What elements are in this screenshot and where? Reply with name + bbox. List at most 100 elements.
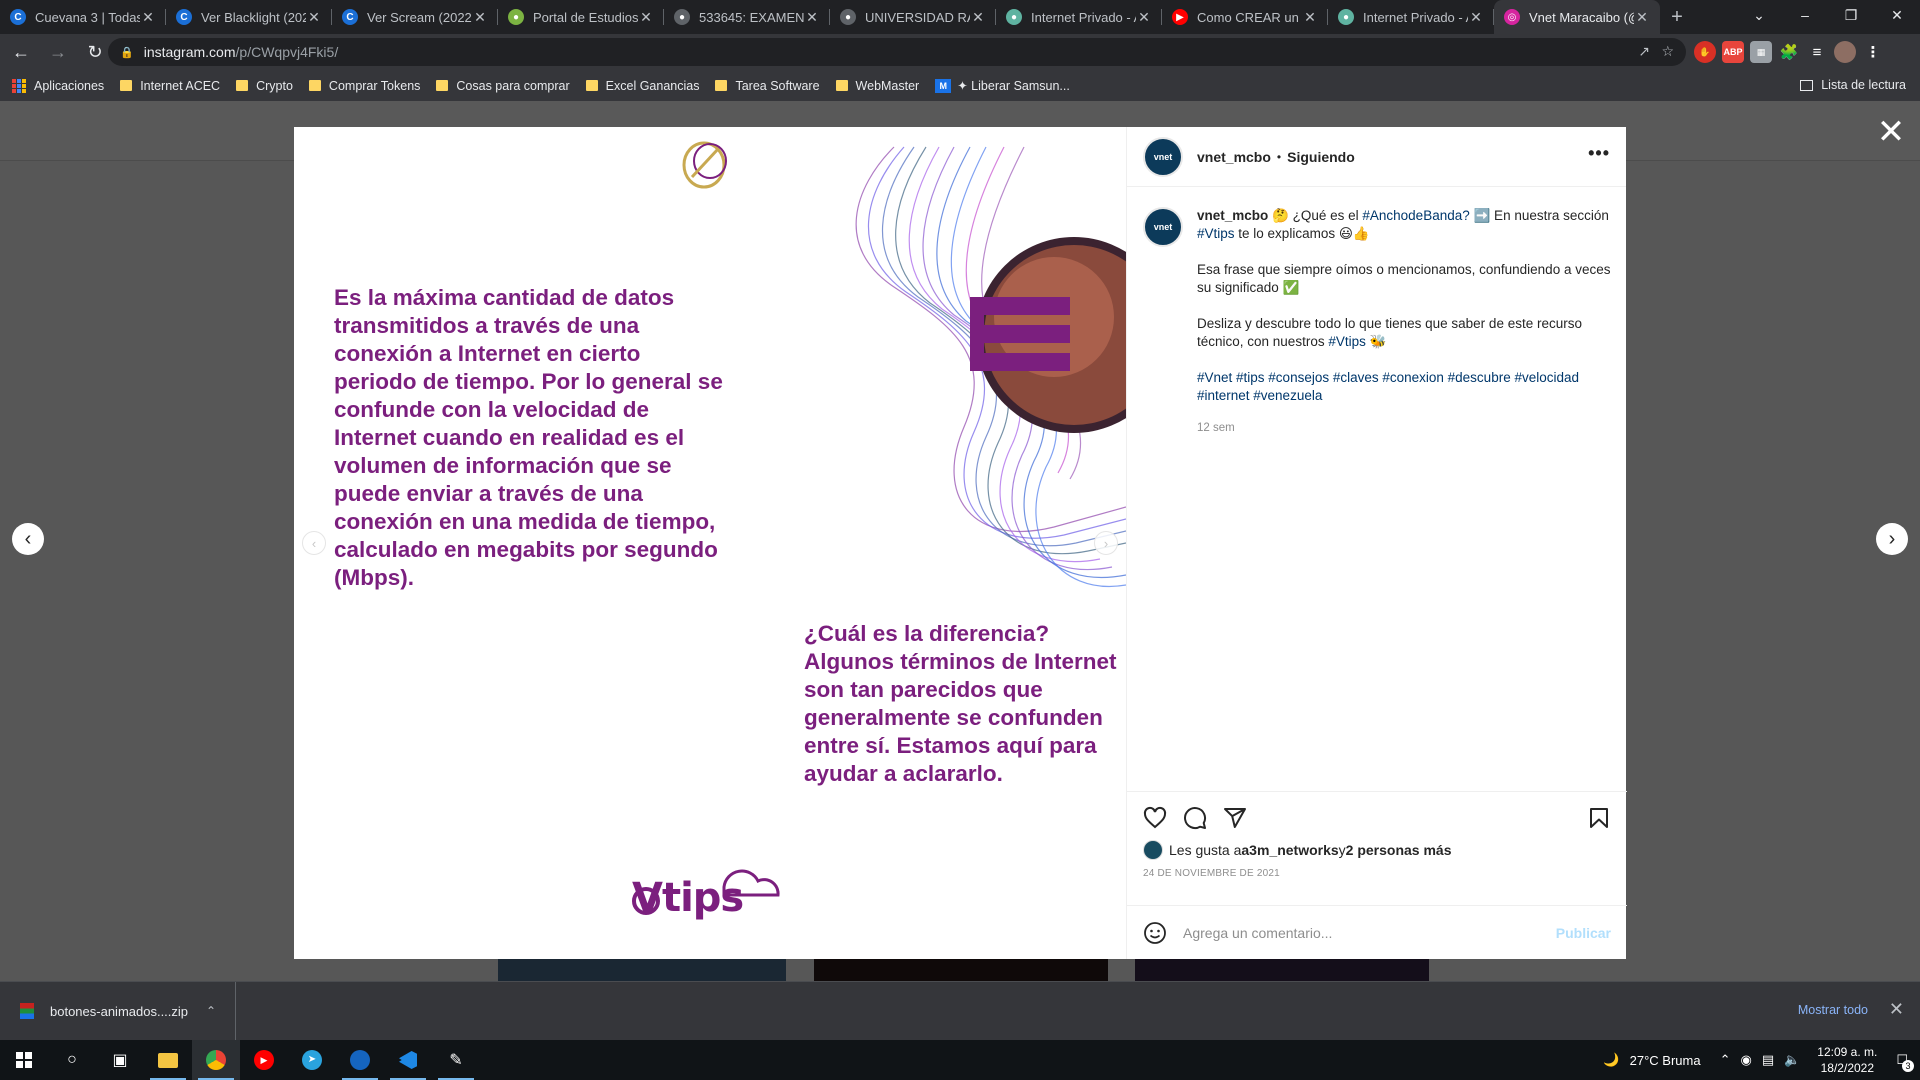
close-download-bar-icon[interactable]: ✕: [1889, 999, 1904, 1020]
following-button[interactable]: Siguiendo: [1287, 149, 1355, 165]
meet-now-icon[interactable]: ◉: [1740, 1052, 1751, 1068]
browser-tab[interactable]: ● Portal de Estudios ✕: [498, 0, 664, 34]
tab-close-icon[interactable]: ✕: [140, 9, 156, 26]
hashtag-link[interactable]: #Vtips: [1328, 334, 1366, 349]
browser-tab[interactable]: ● Internet Privado - Ar ✕: [996, 0, 1162, 34]
windows-start-icon[interactable]: [0, 1040, 48, 1080]
close-window-button[interactable]: ✕: [1874, 0, 1920, 30]
weather-text[interactable]: 27°C Bruma: [1630, 1053, 1701, 1068]
author-avatar[interactable]: vnet: [1143, 136, 1183, 177]
chrome-menu-icon[interactable]: ⋮: [1862, 41, 1884, 63]
previous-post-button[interactable]: ‹: [12, 523, 44, 555]
reload-button[interactable]: ↻: [79, 36, 111, 68]
bookmark-item[interactable]: Tarea Software: [715, 79, 820, 93]
tab-search-button[interactable]: ⌄: [1736, 0, 1782, 30]
new-tab-button[interactable]: +: [1660, 0, 1694, 34]
caption-username[interactable]: vnet_mcbo: [1197, 208, 1268, 223]
bookmark-item[interactable]: Excel Ganancias: [585, 79, 699, 93]
adblock-icon[interactable]: ABP: [1722, 41, 1744, 63]
caption-time[interactable]: 12 sem: [1197, 419, 1613, 437]
tab-close-icon[interactable]: ✕: [804, 9, 820, 26]
browser-tab[interactable]: C Ver Scream (2022) Onl✕: [332, 0, 498, 34]
tab-close-icon[interactable]: ✕: [306, 9, 322, 26]
liker-avatar[interactable]: [1143, 840, 1163, 860]
telegram-taskbar-icon[interactable]: ➤: [288, 1040, 336, 1080]
forward-button[interactable]: →: [42, 36, 74, 68]
bookmark-star-icon[interactable]: ☆: [1661, 43, 1674, 60]
liker-username[interactable]: a3m_networks: [1241, 842, 1338, 858]
browser-tab[interactable]: ◎ Vnet Maracaibo (@vn✕: [1494, 0, 1660, 34]
bookmark-item[interactable]: WebMaster: [835, 79, 919, 93]
tray-chevron-up-icon[interactable]: ⌃: [1720, 1052, 1731, 1068]
close-modal-button[interactable]: ✕: [1876, 115, 1906, 149]
post-date[interactable]: 24 DE NOVIEMBRE DE 2021: [1143, 868, 1611, 879]
system-clock[interactable]: 12:09 a. m. 18/2/2022: [1817, 1044, 1877, 1076]
vscode-taskbar-icon[interactable]: [384, 1040, 432, 1080]
browser-tab[interactable]: ▶ Como CREAR un FO✕: [1162, 0, 1328, 34]
tab-close-icon[interactable]: ✕: [638, 9, 654, 26]
browser-tab[interactable]: C Cuevana 3 | Todas las✕: [0, 0, 166, 34]
media-controls-icon[interactable]: ≡: [1806, 41, 1828, 63]
bookmark-item[interactable]: Aplicaciones: [12, 78, 104, 93]
tab-close-icon[interactable]: ✕: [970, 9, 986, 26]
media-next-button[interactable]: ›: [1094, 531, 1118, 555]
back-button[interactable]: ←: [5, 36, 37, 68]
reading-list-button[interactable]: Lista de lectura: [1800, 78, 1906, 92]
more-options-icon[interactable]: •••: [1588, 143, 1610, 164]
network-icon[interactable]: ▤: [1762, 1052, 1774, 1068]
minimize-button[interactable]: –: [1782, 0, 1828, 30]
browser-tab[interactable]: ● 533645: EXAMEN FIN✕: [664, 0, 830, 34]
tab-close-icon[interactable]: ✕: [472, 9, 488, 26]
share-icon[interactable]: ↗: [1638, 43, 1650, 60]
profile-avatar[interactable]: [1834, 41, 1856, 63]
bookmark-item[interactable]: Crypto: [236, 79, 293, 93]
hashtags[interactable]: #Vnet #tips #consejos #claves #conexion …: [1197, 369, 1613, 405]
bookmark-item[interactable]: Comprar Tokens: [308, 79, 420, 93]
tab-close-icon[interactable]: ✕: [1136, 9, 1152, 26]
next-post-button[interactable]: ›: [1876, 523, 1908, 555]
youtube-taskbar-icon[interactable]: ▶: [240, 1040, 288, 1080]
bookmark-item[interactable]: M ✦ Liberar Samsun...: [935, 78, 1070, 93]
author-username[interactable]: vnet_mcbo: [1197, 149, 1271, 165]
address-bar[interactable]: 🔒 instagram.com/p/CWqpvj4Fki5/ ↗ ☆: [108, 38, 1686, 66]
browser-tab[interactable]: ● UNIVERSIDAD RAFAEL✕: [830, 0, 996, 34]
hashtag-link[interactable]: #AnchodeBanda?: [1362, 208, 1469, 223]
share-send-icon[interactable]: [1223, 798, 1263, 838]
save-bookmark-icon[interactable]: [1571, 798, 1611, 838]
task-view-icon[interactable]: ▣: [96, 1040, 144, 1080]
tab-close-icon[interactable]: ✕: [1468, 9, 1484, 26]
volume-icon[interactable]: 🔈: [1784, 1052, 1800, 1068]
tab-close-icon[interactable]: ✕: [1302, 9, 1318, 26]
file-explorer-icon[interactable]: [144, 1040, 192, 1080]
chrome-taskbar-icon[interactable]: [192, 1040, 240, 1080]
extension-grey-icon[interactable]: ▦: [1750, 41, 1772, 63]
publish-button[interactable]: Publicar: [1556, 925, 1611, 941]
restore-button[interactable]: ❐: [1828, 0, 1874, 30]
notification-count: 3: [1902, 1060, 1914, 1072]
like-heart-icon[interactable]: [1143, 798, 1183, 838]
extensions-puzzle-icon[interactable]: 🧩: [1778, 41, 1800, 63]
chevron-up-icon[interactable]: ⌃: [206, 1004, 216, 1018]
app-taskbar-icon[interactable]: [336, 1040, 384, 1080]
browser-tab[interactable]: ● Internet Privado - Ar ✕: [1328, 0, 1494, 34]
download-item[interactable]: botones-animados....zip ⌃: [12, 982, 236, 1040]
extension-red-icon[interactable]: ✋: [1694, 41, 1716, 63]
caption-text: 🐝: [1365, 334, 1387, 349]
weather-moon-icon[interactable]: 🌙: [1603, 1052, 1619, 1068]
show-all-downloads-link[interactable]: Mostrar todo: [1798, 1003, 1868, 1017]
hashtag-link[interactable]: #Vtips: [1197, 226, 1235, 241]
comment-bubble-icon[interactable]: [1183, 798, 1223, 838]
bookmark-item[interactable]: Cosas para comprar: [436, 79, 570, 93]
likes-others[interactable]: 2 personas más: [1346, 842, 1452, 858]
notifications-icon[interactable]: ☐ 3: [1896, 1052, 1914, 1072]
emoji-icon[interactable]: [1143, 921, 1167, 945]
media-prev-button[interactable]: ‹: [302, 531, 326, 555]
caption-avatar[interactable]: vnet: [1143, 207, 1183, 247]
bookmark-item[interactable]: Internet ACEC: [120, 79, 220, 93]
comment-input[interactable]: [1183, 924, 1556, 941]
tab-close-icon[interactable]: ✕: [1634, 9, 1650, 26]
tool-taskbar-icon[interactable]: ✎: [432, 1040, 480, 1080]
search-circle-icon[interactable]: ○: [48, 1040, 96, 1080]
windows-taskbar: ○ ▣ ▶ ➤ ✎ 🌙 27°C Bruma ⌃ ◉ ▤ 🔈 12:09 a. …: [0, 1040, 1920, 1080]
browser-tab[interactable]: C Ver Blacklight (2022)✕: [166, 0, 332, 34]
